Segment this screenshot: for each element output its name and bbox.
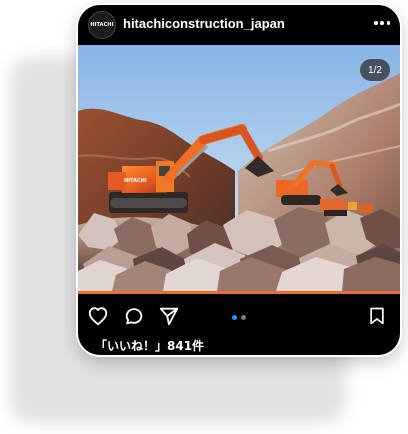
- orange-accent-bar: [78, 291, 400, 294]
- instagram-post-preview: HITACHI hitachiconstruction_japan HITACH…: [0, 0, 408, 434]
- more-dot: [386, 21, 390, 25]
- carousel-indicator: [232, 315, 246, 320]
- more-dot: [380, 21, 384, 25]
- more-dot: [374, 21, 378, 25]
- post-header: HITACHI hitachiconstruction_japan: [78, 5, 400, 45]
- post-photo[interactable]: HITACHI 1/2: [78, 45, 400, 291]
- bookmark-icon[interactable]: [367, 305, 387, 327]
- send-icon[interactable]: [158, 305, 180, 327]
- carousel-dot: [241, 315, 246, 320]
- likes-count[interactable]: 「いいね！」841件: [95, 337, 204, 354]
- svg-text:HITACHI: HITACHI: [124, 178, 147, 184]
- more-options-icon[interactable]: [374, 21, 390, 27]
- heart-icon[interactable]: [87, 305, 109, 327]
- comment-icon[interactable]: [123, 305, 145, 327]
- quarry-excavator-photo: HITACHI: [78, 45, 400, 291]
- instagram-post-card: HITACHI hitachiconstruction_japan HITACH…: [78, 5, 400, 355]
- post-action-bar: [78, 301, 400, 331]
- account-username[interactable]: hitachiconstruction_japan: [123, 16, 285, 31]
- slide-counter: 1/2: [360, 59, 390, 81]
- hitachi-avatar[interactable]: HITACHI: [88, 11, 116, 39]
- carousel-dot-active: [232, 315, 237, 320]
- hitachi-logo-text: HITACHI: [90, 22, 114, 28]
